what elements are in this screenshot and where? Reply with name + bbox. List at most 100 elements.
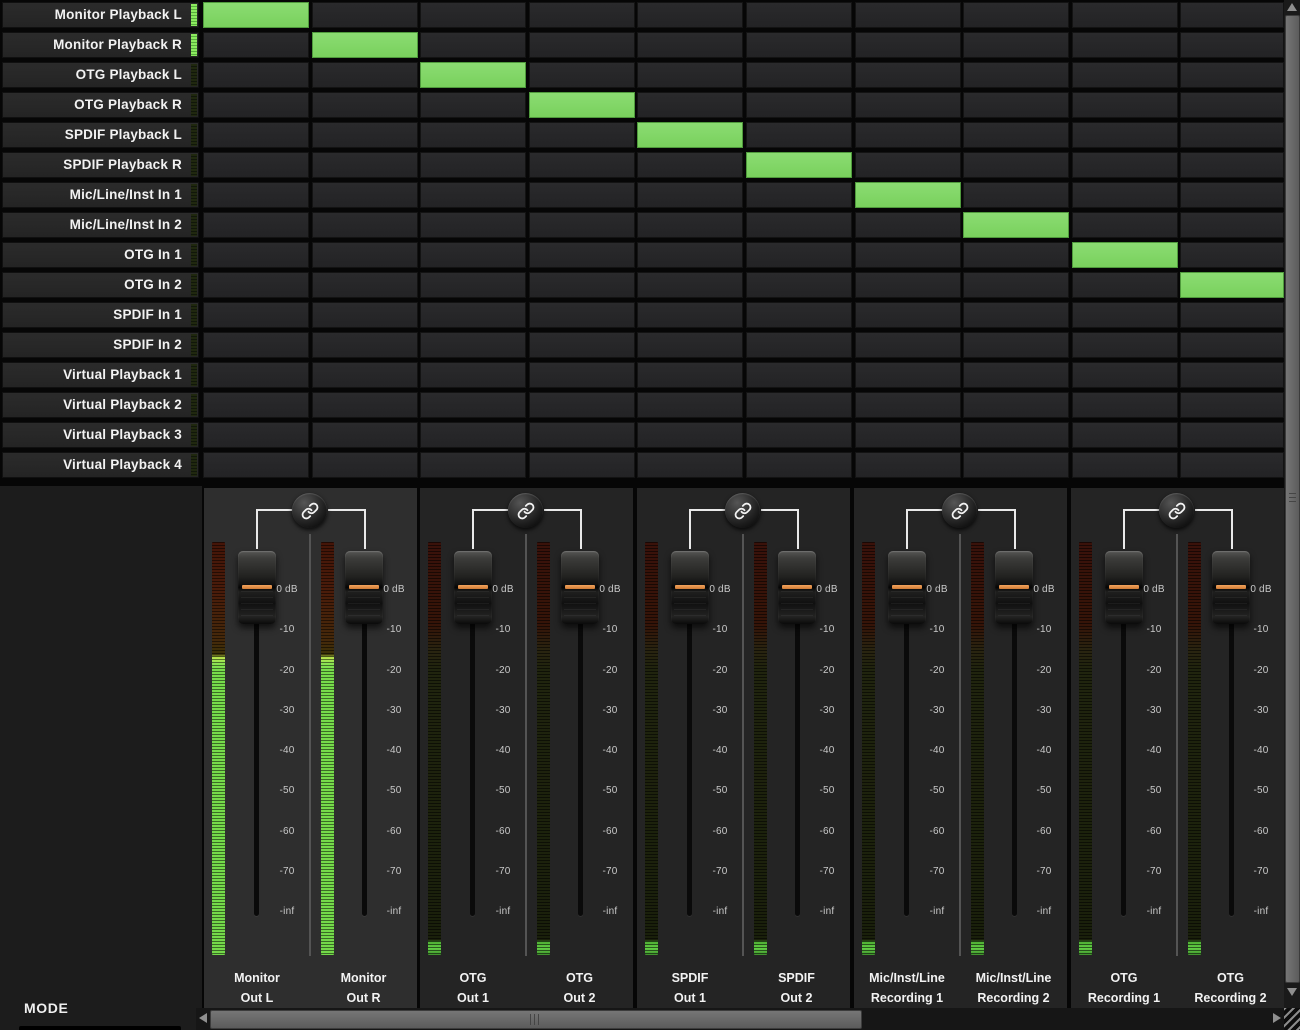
matrix-cell[interactable] — [855, 182, 961, 208]
matrix-cell[interactable] — [529, 242, 635, 268]
matrix-cell[interactable] — [637, 302, 743, 328]
matrix-cell[interactable] — [746, 272, 852, 298]
scroll-down-arrow-icon[interactable] — [1287, 988, 1297, 996]
matrix-cell[interactable] — [963, 122, 1069, 148]
matrix-cell[interactable] — [529, 122, 635, 148]
matrix-cell[interactable] — [1072, 392, 1178, 418]
matrix-cell[interactable] — [529, 302, 635, 328]
matrix-cell[interactable] — [420, 152, 526, 178]
matrix-cell[interactable] — [529, 92, 635, 118]
matrix-cell[interactable] — [420, 272, 526, 298]
matrix-cell[interactable] — [963, 182, 1069, 208]
horizontal-scroll-thumb[interactable] — [210, 1010, 862, 1029]
matrix-cell[interactable] — [746, 422, 852, 448]
matrix-cell[interactable] — [203, 332, 309, 358]
scroll-up-arrow-icon[interactable] — [1287, 3, 1297, 11]
matrix-cell[interactable] — [420, 182, 526, 208]
matrix-cell[interactable] — [746, 152, 852, 178]
matrix-cell[interactable] — [312, 392, 418, 418]
matrix-cell[interactable] — [529, 332, 635, 358]
matrix-cell[interactable] — [855, 2, 961, 28]
matrix-cell[interactable] — [1072, 152, 1178, 178]
matrix-cell[interactable] — [420, 452, 526, 478]
matrix-cell[interactable] — [529, 182, 635, 208]
matrix-cell[interactable] — [963, 62, 1069, 88]
matrix-cell[interactable] — [637, 212, 743, 238]
matrix-cell[interactable] — [1180, 182, 1284, 208]
matrix-cell[interactable] — [746, 452, 852, 478]
matrix-cell[interactable] — [637, 392, 743, 418]
matrix-cell[interactable] — [963, 2, 1069, 28]
vertical-scroll-thumb[interactable] — [1285, 15, 1300, 983]
matrix-cell[interactable] — [312, 452, 418, 478]
matrix-cell[interactable] — [855, 152, 961, 178]
matrix-cell[interactable] — [203, 92, 309, 118]
matrix-cell[interactable] — [420, 92, 526, 118]
matrix-cell[interactable] — [420, 122, 526, 148]
matrix-cell[interactable] — [637, 452, 743, 478]
matrix-cell[interactable] — [1180, 422, 1284, 448]
matrix-cell[interactable] — [855, 32, 961, 58]
matrix-cell[interactable] — [312, 302, 418, 328]
mode-select[interactable]: Advanced — [19, 1026, 181, 1030]
matrix-cell[interactable] — [1180, 62, 1284, 88]
matrix-cell[interactable] — [312, 242, 418, 268]
matrix-cell[interactable] — [1180, 122, 1284, 148]
matrix-cell[interactable] — [1180, 302, 1284, 328]
matrix-cell[interactable] — [420, 62, 526, 88]
matrix-cell[interactable] — [1180, 272, 1284, 298]
vertical-scrollbar[interactable] — [1284, 0, 1300, 1008]
matrix-cell[interactable] — [420, 2, 526, 28]
matrix-cell[interactable] — [312, 2, 418, 28]
matrix-cell[interactable] — [203, 362, 309, 388]
matrix-cell[interactable] — [637, 122, 743, 148]
matrix-cell[interactable] — [963, 212, 1069, 238]
matrix-cell[interactable] — [746, 92, 852, 118]
scroll-left-arrow-icon[interactable] — [199, 1013, 207, 1023]
matrix-cell[interactable] — [1072, 2, 1178, 28]
matrix-cell[interactable] — [855, 362, 961, 388]
matrix-cell[interactable] — [312, 212, 418, 238]
matrix-cell[interactable] — [420, 392, 526, 418]
matrix-cell[interactable] — [1072, 362, 1178, 388]
matrix-cell[interactable] — [420, 362, 526, 388]
matrix-cell[interactable] — [1072, 92, 1178, 118]
matrix-cell[interactable] — [1072, 212, 1178, 238]
window-resize-grip[interactable] — [1284, 1008, 1300, 1030]
matrix-cell[interactable] — [1072, 272, 1178, 298]
matrix-cell[interactable] — [1180, 362, 1284, 388]
matrix-cell[interactable] — [855, 392, 961, 418]
matrix-cell[interactable] — [529, 392, 635, 418]
matrix-cell[interactable] — [420, 32, 526, 58]
matrix-cell[interactable] — [203, 2, 309, 28]
matrix-cell[interactable] — [529, 272, 635, 298]
matrix-cell[interactable] — [746, 362, 852, 388]
matrix-cell[interactable] — [963, 302, 1069, 328]
matrix-cell[interactable] — [420, 332, 526, 358]
matrix-cell[interactable] — [312, 182, 418, 208]
matrix-cell[interactable] — [312, 152, 418, 178]
matrix-cell[interactable] — [1180, 392, 1284, 418]
matrix-cell[interactable] — [637, 422, 743, 448]
matrix-cell[interactable] — [1180, 2, 1284, 28]
matrix-cell[interactable] — [637, 362, 743, 388]
matrix-cell[interactable] — [529, 362, 635, 388]
matrix-cell[interactable] — [1180, 92, 1284, 118]
matrix-cell[interactable] — [529, 422, 635, 448]
matrix-cell[interactable] — [637, 32, 743, 58]
matrix-cell[interactable] — [203, 182, 309, 208]
matrix-cell[interactable] — [1072, 32, 1178, 58]
matrix-cell[interactable] — [963, 32, 1069, 58]
matrix-cell[interactable] — [637, 92, 743, 118]
matrix-cell[interactable] — [855, 212, 961, 238]
scroll-right-arrow-icon[interactable] — [1273, 1013, 1281, 1023]
matrix-cell[interactable] — [203, 272, 309, 298]
matrix-cell[interactable] — [312, 362, 418, 388]
matrix-cell[interactable] — [203, 32, 309, 58]
matrix-cell[interactable] — [637, 2, 743, 28]
matrix-cell[interactable] — [312, 32, 418, 58]
matrix-cell[interactable] — [1072, 122, 1178, 148]
matrix-cell[interactable] — [1072, 182, 1178, 208]
matrix-cell[interactable] — [1072, 242, 1178, 268]
matrix-cell[interactable] — [963, 362, 1069, 388]
